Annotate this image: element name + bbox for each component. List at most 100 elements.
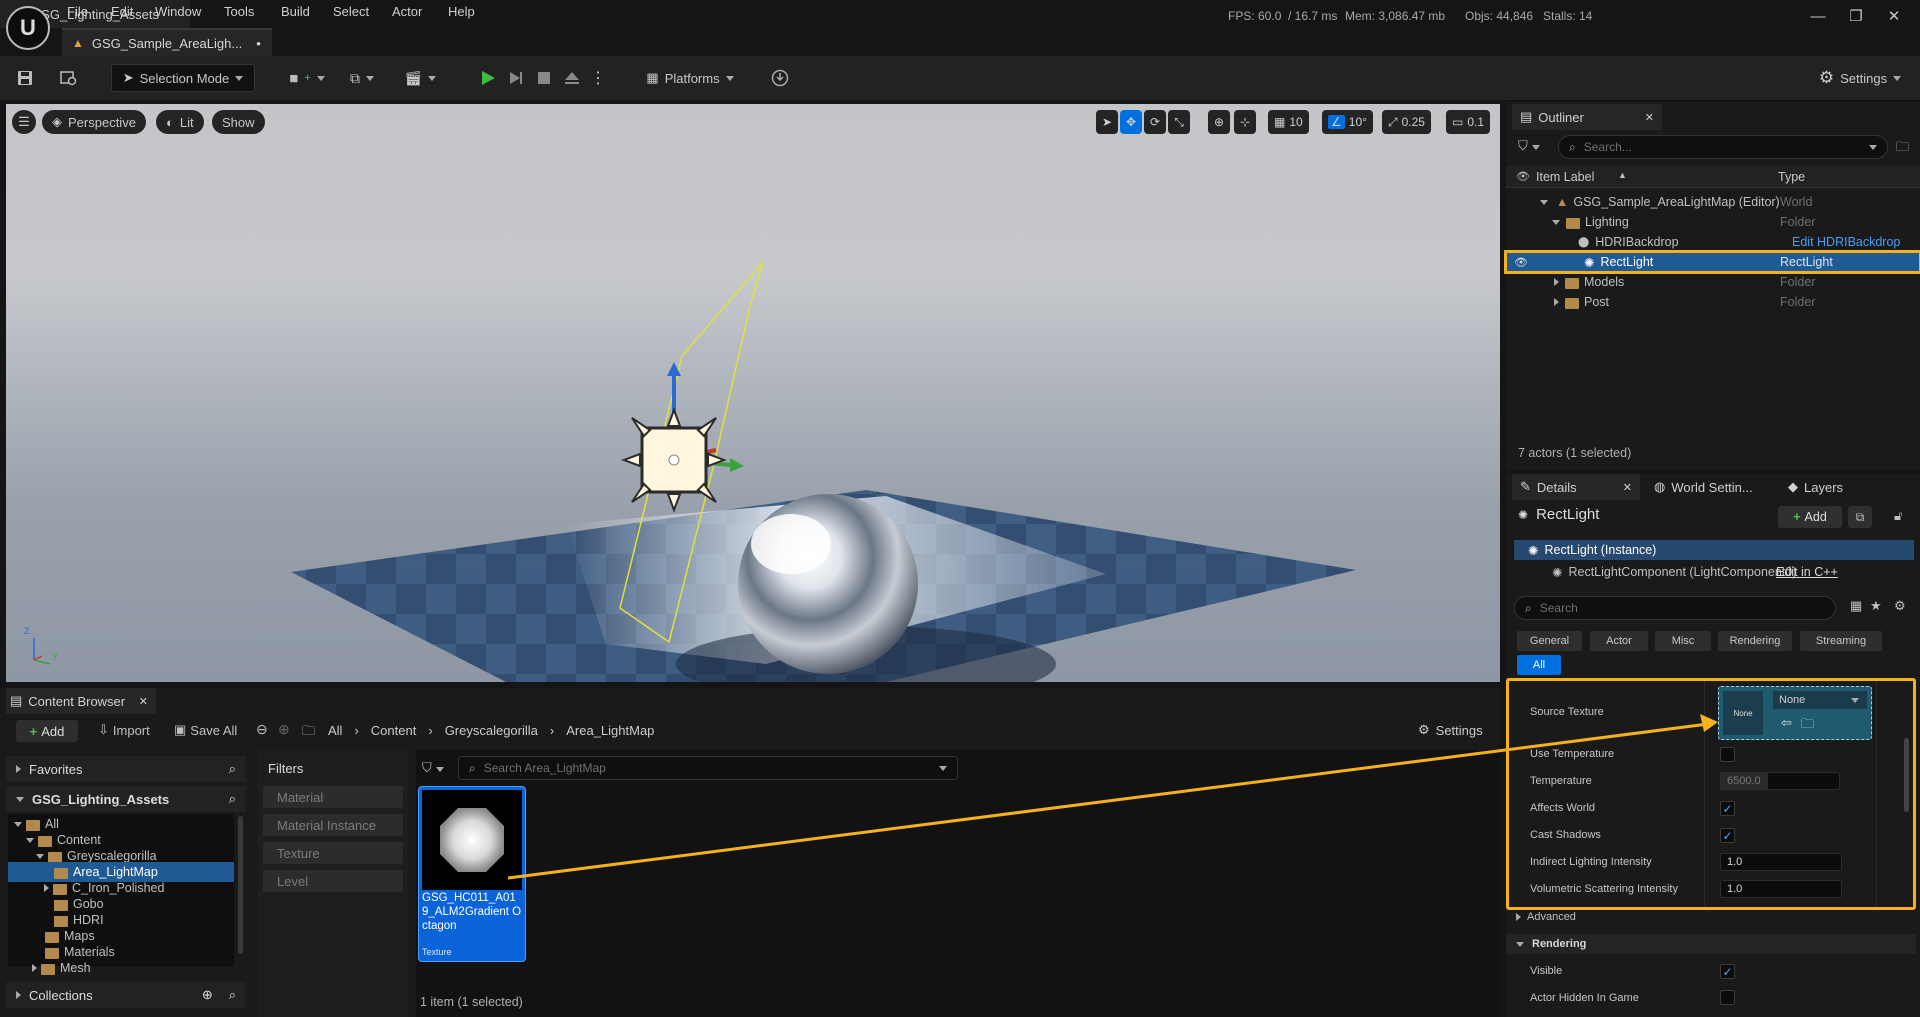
- edit-in-cpp-link[interactable]: Edit in C++: [1776, 565, 1838, 579]
- import-button[interactable]: ⇩ Import: [98, 722, 150, 738]
- menu-select[interactable]: Select: [333, 4, 369, 24]
- volumetric-scattering-field[interactable]: 1.0: [1720, 880, 1842, 898]
- viewport-menu-icon[interactable]: ☰: [12, 110, 36, 134]
- temperature-field[interactable]: 6500.0: [1720, 772, 1840, 790]
- restore-icon[interactable]: ❐: [1838, 4, 1874, 28]
- menu-edit[interactable]: Edit: [111, 4, 133, 24]
- add-component-button[interactable]: + Add: [1778, 506, 1842, 528]
- asset-search-input[interactable]: ⌕ Search Area_LightMap: [458, 756, 958, 780]
- indirect-lighting-field[interactable]: 1.0: [1720, 853, 1842, 871]
- use-selected-asset-icon[interactable]: ⇦: [1781, 715, 1792, 731]
- play-options-icon[interactable]: ⋮: [590, 64, 606, 92]
- category-misc[interactable]: Misc: [1655, 631, 1711, 651]
- unreal-logo-icon[interactable]: U: [6, 6, 50, 50]
- browse-asset-icon[interactable]: 🗀︎: [1801, 715, 1814, 737]
- outliner-row-models[interactable]: Models Folder: [1506, 272, 1920, 292]
- close-icon[interactable]: ✕: [139, 695, 148, 708]
- settings-dropdown[interactable]: ⚙ Settings: [1810, 64, 1910, 92]
- level-document-tab[interactable]: ▲ GSG_Sample_AreaLigh... •: [62, 28, 272, 56]
- visible-checkbox[interactable]: ✓: [1720, 964, 1735, 979]
- actor-hidden-checkbox[interactable]: [1720, 990, 1735, 1005]
- instance-row[interactable]: ✺ RectLight (Instance): [1514, 540, 1914, 560]
- platforms-dropdown[interactable]: ▦ Platforms: [640, 64, 740, 92]
- visibility-eye-icon[interactable]: 👁︎: [1514, 256, 1528, 269]
- world-space-icon[interactable]: ⊕: [1208, 110, 1230, 134]
- filter-icon[interactable]: ⛉: [1518, 138, 1540, 154]
- content-browser-tab[interactable]: ▤ Content Browser ✕: [6, 688, 156, 714]
- tree-scrollbar[interactable]: [238, 816, 243, 954]
- edit-hdribackdrop-link[interactable]: Edit HDRIBackdrop: [1792, 235, 1900, 249]
- eject-icon[interactable]: [559, 64, 585, 92]
- outliner-search-input[interactable]: ⌕ Search...: [1558, 135, 1888, 159]
- scale-snap-toggle[interactable]: ⤢ 0.25: [1382, 110, 1431, 134]
- outliner-tab[interactable]: ▤ Outliner ✕: [1512, 104, 1662, 130]
- asset-tile[interactable]: GSG_HC011_A019_ALM2Gradient Octagon Text…: [418, 786, 526, 962]
- collections-header[interactable]: Collections ⊕ ⌕: [6, 982, 246, 1008]
- blueprint-icon[interactable]: ⧉: [342, 64, 382, 92]
- play-icon[interactable]: [475, 64, 501, 92]
- breadcrumb-all[interactable]: All: [328, 723, 342, 738]
- outliner-row-world[interactable]: ▲ GSG_Sample_AreaLightMap (Editor) World: [1506, 192, 1920, 212]
- texture-asset-dropdown[interactable]: None: [1773, 691, 1867, 709]
- breadcrumb-content[interactable]: Content: [371, 723, 417, 738]
- use-temperature-checkbox[interactable]: [1720, 747, 1735, 762]
- show-button[interactable]: Show: [212, 110, 265, 134]
- texture-thumbnail[interactable]: None: [1723, 691, 1763, 735]
- advanced-expander[interactable]: Advanced: [1516, 911, 1576, 923]
- rendering-section-header[interactable]: Rendering: [1506, 934, 1916, 954]
- forward-history-icon[interactable]: ⊕: [278, 721, 290, 738]
- filter-level[interactable]: Level: [263, 870, 403, 892]
- category-general[interactable]: General: [1517, 631, 1582, 651]
- category-actor[interactable]: Actor: [1590, 631, 1648, 651]
- details-search-input[interactable]: ⌕ Search: [1514, 596, 1836, 620]
- cast-shadows-checkbox[interactable]: ✓: [1720, 828, 1735, 843]
- breadcrumb-area-lightmap[interactable]: Area_LightMap: [566, 723, 654, 738]
- perspective-button[interactable]: ◈ Perspective: [42, 110, 146, 134]
- item-label-header[interactable]: Item Label: [1536, 170, 1594, 184]
- save-all-button[interactable]: ▣ Save All: [174, 722, 237, 738]
- tree-mesh[interactable]: Mesh: [32, 958, 91, 978]
- close-icon[interactable]: ✕: [1623, 481, 1632, 494]
- menu-help[interactable]: Help: [448, 4, 475, 24]
- menu-actor[interactable]: Actor: [392, 4, 422, 24]
- cinematics-icon[interactable]: 🎬︎: [400, 64, 440, 92]
- grid-view-icon[interactable]: ▦: [1850, 598, 1862, 614]
- filter-material[interactable]: Material: [263, 786, 403, 808]
- lit-button[interactable]: ◐ Lit: [156, 110, 204, 134]
- favorites-header[interactable]: Favorites ⌕: [6, 756, 246, 782]
- stop-icon[interactable]: [531, 64, 557, 92]
- project-header[interactable]: GSG_Lighting_Assets ⌕: [6, 786, 246, 812]
- category-streaming[interactable]: Streaming: [1800, 631, 1882, 651]
- outliner-row-post[interactable]: Post Folder: [1506, 292, 1920, 312]
- layers-tab[interactable]: ◆ Layers: [1782, 474, 1872, 500]
- close-window-icon[interactable]: ✕: [1876, 4, 1912, 28]
- rotate-tool-icon[interactable]: ⟳: [1144, 110, 1166, 134]
- search-icon[interactable]: ⌕: [229, 791, 236, 807]
- filter-icon[interactable]: ⛉: [422, 760, 444, 776]
- close-icon[interactable]: ✕: [1645, 111, 1654, 124]
- minimize-icon[interactable]: —: [1800, 4, 1836, 28]
- rotation-snap-toggle[interactable]: ∠ 10°: [1322, 110, 1373, 134]
- favorite-star-icon[interactable]: ★: [1870, 598, 1882, 614]
- grid-snap-toggle[interactable]: ▦ 10: [1268, 110, 1309, 134]
- category-rendering[interactable]: Rendering: [1718, 631, 1792, 651]
- content-settings-button[interactable]: ⚙ Settings: [1418, 722, 1483, 738]
- menu-window[interactable]: Window: [155, 4, 201, 24]
- revision-control-icon[interactable]: [766, 64, 794, 92]
- breadcrumb-greyscalegorilla[interactable]: Greyscalegorilla: [445, 723, 538, 738]
- component-row[interactable]: ✺ RectLightComponent (LightComponent0) E…: [1514, 562, 1914, 582]
- menu-build[interactable]: Build: [281, 4, 310, 24]
- filter-texture[interactable]: Texture: [263, 842, 403, 864]
- content-browse-icon[interactable]: [56, 64, 82, 92]
- save-icon[interactable]: [12, 64, 38, 92]
- add-button[interactable]: + Add: [16, 720, 78, 742]
- world-settings-tab[interactable]: ◍ World Settin...: [1648, 474, 1758, 500]
- add-folder-icon[interactable]: 🗀︎: [1896, 138, 1909, 160]
- level-viewport[interactable]: Z Y ☰ ◈ Perspective ◐ Lit Show ➤ ✥ ⟳ ⤡ ⊕…: [6, 104, 1500, 682]
- filter-material-instance[interactable]: Material Instance: [263, 814, 403, 836]
- advance-frame-icon[interactable]: [503, 64, 529, 92]
- lock-icon[interactable]: 🔓︎: [1894, 508, 1902, 524]
- translate-tool-icon[interactable]: ✥: [1120, 110, 1142, 134]
- type-header[interactable]: Type: [1778, 170, 1805, 184]
- outliner-row-lighting[interactable]: Lighting Folder: [1506, 212, 1920, 232]
